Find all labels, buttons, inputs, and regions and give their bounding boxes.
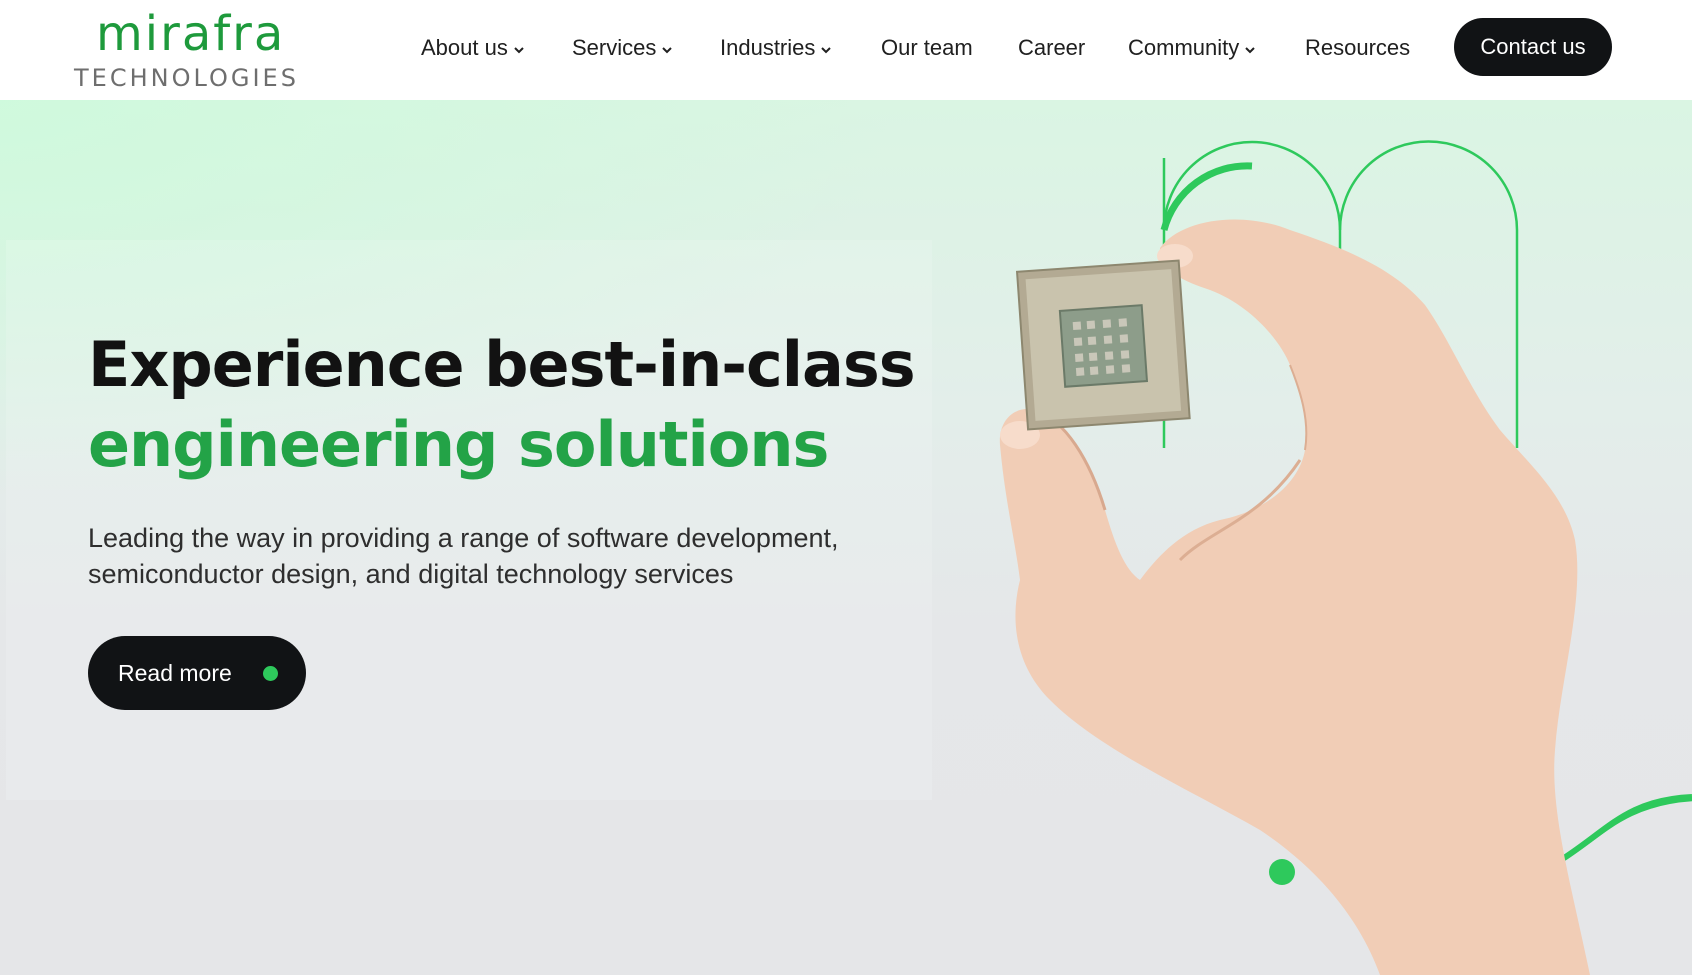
hero-headline-line1: Experience best-in-class	[88, 328, 916, 401]
nav-item-industries[interactable]: Industries	[720, 34, 833, 62]
nav-item-services[interactable]: Services	[572, 34, 674, 62]
nav-item-our-team[interactable]: Our team	[881, 34, 973, 62]
nav-item-label: Services	[572, 35, 657, 60]
nav-item-label: Resources	[1305, 35, 1411, 60]
chevron-down-icon	[662, 47, 673, 54]
nav-item-label: Career	[1018, 35, 1086, 60]
contact-us-button[interactable]: Contact us	[1454, 18, 1612, 76]
nav-item-label: Industries	[720, 35, 816, 60]
green-dot-icon	[263, 666, 278, 681]
nav-item-community[interactable]: Community	[1128, 34, 1257, 62]
chevron-down-icon	[821, 47, 832, 54]
logo-wordmark: mirafra	[96, 6, 286, 62]
nav-item-label: Our team	[881, 35, 973, 60]
hero-headline-line2: engineering solutions	[88, 408, 829, 481]
nav-item-career[interactable]: Career	[1018, 34, 1085, 62]
mirafra-logo[interactable]: mirafra TECHNOLOGIES	[74, 8, 304, 94]
decorative-dot	[1269, 859, 1295, 885]
cpu-chip	[1015, 259, 1191, 431]
chevron-down-icon	[1245, 47, 1255, 54]
logo-tagline: TECHNOLOGIES	[74, 64, 299, 92]
nav-item-label: About us	[421, 35, 508, 60]
nav-item-about-us[interactable]: About us	[421, 34, 526, 62]
read-more-label: Read more	[118, 660, 232, 686]
nav-item-label: Community	[1128, 35, 1240, 60]
chevron-down-icon	[514, 47, 524, 54]
nav-item-resources[interactable]: Resources	[1305, 34, 1410, 62]
hero-section: Experience best-in-class engineering sol…	[0, 100, 1692, 975]
hero-subtext: Leading the way in providing a range of …	[88, 523, 839, 589]
site-header: mirafra TECHNOLOGIES About us Services I…	[0, 0, 1692, 100]
read-more-button[interactable]: Read more	[88, 636, 306, 710]
